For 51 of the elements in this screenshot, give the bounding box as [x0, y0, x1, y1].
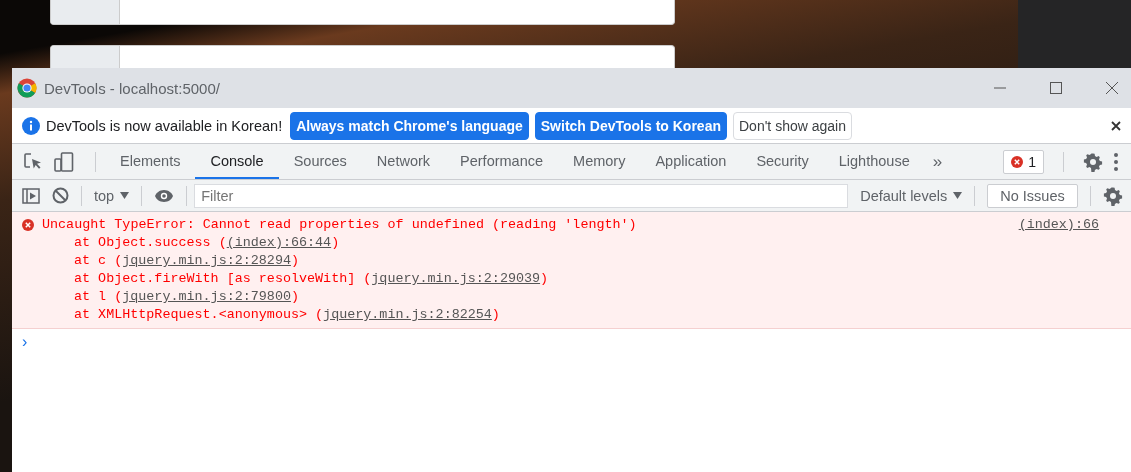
stack-frame: at c (jquery.min.js:2:28294) — [22, 252, 1099, 270]
more-tabs-button[interactable]: » — [924, 151, 951, 172]
eye-icon[interactable] — [154, 188, 175, 203]
more-options-icon[interactable] — [1113, 151, 1119, 172]
filter-field[interactable]: Filter — [194, 183, 849, 208]
settings-icon[interactable] — [1102, 185, 1123, 206]
stack-frame: at Object.fireWith [as resolveWith] (jquery.min.js:2:29039) — [22, 270, 1099, 288]
info-icon — [22, 116, 40, 135]
error-count-badge[interactable]: 1 — [1003, 149, 1044, 174]
log-levels-dropdown[interactable]: Default levels — [860, 187, 963, 204]
infobar-button[interactable]: Switch DevTools to Korean — [534, 111, 727, 140]
error-text: Uncaught TypeError: Cannot read properties of undefined (reading 'length') — [42, 216, 637, 234]
panel-tab[interactable]: Network — [361, 144, 446, 179]
window-title: DevTools - localhost:5000/ — [44, 79, 220, 97]
clear-console-icon[interactable] — [52, 187, 69, 204]
close-icon[interactable] — [1105, 81, 1119, 95]
source-link[interactable]: jquery.min.js:2:79800 — [122, 289, 291, 304]
input-field[interactable] — [50, 0, 675, 25]
source-link[interactable]: jquery.min.js:2:29039 — [371, 271, 541, 286]
panel-tab[interactable]: Memory — [558, 144, 641, 179]
sidebar-toggle-icon[interactable] — [22, 187, 40, 204]
panel-tab[interactable]: Lighthouse — [823, 144, 925, 179]
maximize-icon[interactable] — [1049, 81, 1063, 95]
stack-frame: at Object.success ((index):66:44) — [22, 234, 1099, 252]
dropdown-arrow-icon — [953, 192, 963, 199]
source-link[interactable]: (index):66 — [1018, 216, 1099, 234]
close-icon[interactable] — [1111, 120, 1121, 131]
stack-frame: at XMLHttpRequest.<anonymous> (jquery.min.js:2:82254) — [22, 306, 1099, 324]
inspect-element-icon[interactable] — [24, 152, 42, 171]
panel-tab[interactable]: Performance — [445, 144, 559, 179]
source-link[interactable]: jquery.min.js:2:82254 — [323, 307, 492, 322]
select-field[interactable] — [50, 45, 675, 68]
dropdown-arrow-icon — [120, 192, 130, 199]
panel-tab[interactable]: Elements — [105, 144, 196, 179]
source-link[interactable]: jquery.min.js:2:28294 — [122, 253, 291, 268]
source-link[interactable]: (index):66:44 — [226, 235, 332, 250]
infobar-button[interactable]: Always match Chrome's language — [290, 111, 529, 140]
context-dropdown[interactable]: top — [94, 187, 130, 204]
browser-logo-icon — [17, 78, 37, 98]
prompt-icon[interactable]: › — [22, 333, 28, 350]
panel-tab[interactable]: Application — [640, 144, 742, 179]
infobar-button[interactable]: Don't show again — [733, 111, 852, 140]
infobar-message: DevTools is now available in Korean! — [46, 117, 283, 134]
panel-tab[interactable]: Sources — [278, 144, 362, 179]
stack-frame: at l (jquery.min.js:2:79800) — [22, 288, 1099, 306]
error-icon — [22, 219, 34, 231]
device-toolbar-icon[interactable] — [54, 151, 74, 172]
settings-icon[interactable] — [1083, 151, 1103, 172]
error-icon — [1011, 155, 1024, 168]
panel-tab[interactable]: Security — [741, 144, 824, 179]
issues-button[interactable]: No Issues — [987, 183, 1078, 208]
